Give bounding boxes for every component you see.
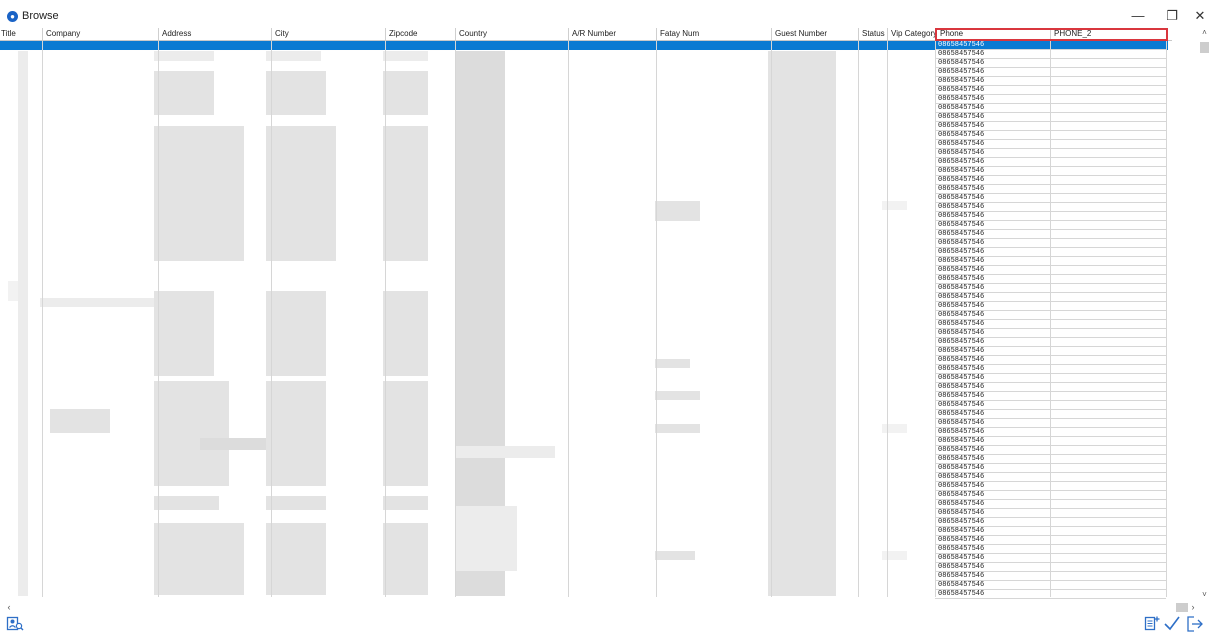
scroll-left-arrow-icon[interactable]: ‹ (4, 602, 14, 613)
confirm-check-icon (1164, 616, 1180, 631)
horizontal-scroll-thumb[interactable] (1176, 603, 1188, 612)
blurred-country-data (455, 506, 517, 571)
column-header-guest-number[interactable]: Guest Number (771, 28, 858, 40)
column-divider (42, 41, 43, 597)
column-header-address[interactable]: Address (158, 28, 271, 40)
vertical-scrollbar[interactable]: ˄ ˅ (1198, 28, 1211, 600)
scroll-right-arrow-icon[interactable]: › (1188, 602, 1198, 613)
blurred-zipcode-data (383, 51, 428, 61)
grid-header: Title Company Address City Zipcode Count… (0, 28, 1172, 41)
blurred-zipcode-data (383, 291, 428, 376)
exit-button[interactable] (1186, 615, 1204, 632)
blurred-city-data (266, 71, 326, 115)
column-header-country[interactable]: Country (455, 28, 568, 40)
exit-icon (1187, 616, 1203, 632)
add-record-icon (1144, 616, 1160, 631)
blurred-fatay-data (655, 359, 690, 368)
blurred-title-data (18, 51, 28, 596)
blurred-address-data (154, 381, 229, 486)
title-bar: ● Browse — ❐ ✕ (0, 0, 1211, 28)
blurred-zipcode-data (383, 523, 428, 595)
blurred-title-data (8, 281, 18, 301)
blurred-fatay-data (655, 551, 695, 560)
column-header-title[interactable]: Title (0, 28, 42, 40)
blurred-status-data (882, 424, 907, 433)
grid-rows: 08658457546 08658457546 08658457546 0865845… (0, 41, 1168, 600)
blurred-city-data (266, 291, 326, 376)
column-header-vip-category[interactable]: Vip Category (887, 28, 936, 40)
column-divider (568, 41, 569, 597)
blurred-guest-number-data (768, 51, 836, 596)
column-divider (887, 41, 888, 597)
column-divider (656, 41, 657, 597)
blurred-status-data (882, 551, 907, 560)
search-person-button[interactable] (6, 615, 24, 632)
close-button[interactable]: ✕ (1185, 6, 1211, 26)
blurred-zipcode-data (383, 126, 428, 261)
blurred-fatay-data (655, 424, 700, 433)
column-header-company[interactable]: Company (42, 28, 158, 40)
blurred-zipcode-data (383, 381, 428, 486)
blurred-city-data (266, 381, 326, 486)
blurred-address-data (154, 71, 214, 115)
column-divider (1166, 41, 1167, 597)
blurred-address-data (200, 438, 270, 450)
column-header-phone[interactable]: Phone (936, 28, 1050, 40)
vertical-scroll-thumb[interactable] (1200, 42, 1209, 53)
column-divider (455, 41, 456, 597)
column-divider (158, 41, 159, 597)
add-record-button[interactable] (1143, 615, 1161, 632)
blurred-address-data (154, 523, 244, 595)
browse-grid[interactable]: Title Company Address City Zipcode Count… (0, 28, 1172, 600)
search-person-icon (6, 616, 24, 631)
blurred-city-data (266, 51, 321, 61)
blurred-status-data (882, 201, 907, 210)
column-divider (858, 41, 859, 597)
horizontal-scrollbar[interactable]: ‹ › (0, 602, 1198, 613)
column-header-fatay-num[interactable]: Fatay Num (656, 28, 771, 40)
minimize-button[interactable]: — (1123, 6, 1153, 26)
browse-window: ● Browse — ❐ ✕ Title Company Address Cit… (0, 0, 1211, 633)
scroll-up-arrow-icon[interactable]: ˄ (1200, 28, 1209, 38)
column-divider (271, 41, 272, 597)
window-title: Browse (22, 10, 59, 22)
column-header-phone-2[interactable]: PHONE_2 (1050, 28, 1166, 40)
blurred-city-data (266, 126, 336, 261)
blurred-address-data (154, 291, 214, 376)
blurred-address-data (154, 51, 214, 61)
blurred-address-data (154, 126, 244, 261)
column-header-city[interactable]: City (271, 28, 385, 40)
blurred-zipcode-data (383, 71, 428, 115)
column-header-status[interactable]: Status (858, 28, 887, 40)
confirm-button[interactable] (1163, 615, 1181, 632)
app-logo-icon: ● (7, 11, 18, 22)
blurred-zipcode-data (383, 496, 428, 510)
column-divider (385, 41, 386, 597)
scroll-down-arrow-icon[interactable]: ˅ (1200, 590, 1209, 600)
row-divider (935, 598, 1166, 599)
column-divider (771, 41, 772, 597)
blurred-city-data (266, 496, 326, 510)
blurred-country-data (455, 446, 555, 458)
blurred-address-data (154, 496, 219, 510)
bottom-toolbar (0, 614, 1211, 633)
column-header-ar-number[interactable]: A/R Number (568, 28, 656, 40)
blurred-city-data (266, 523, 326, 595)
column-header-zipcode[interactable]: Zipcode (385, 28, 455, 40)
maximize-button[interactable]: ❐ (1157, 6, 1187, 26)
blurred-fatay-data (655, 391, 700, 400)
blurred-fatay-data (655, 201, 700, 221)
blurred-company-data (50, 409, 110, 433)
